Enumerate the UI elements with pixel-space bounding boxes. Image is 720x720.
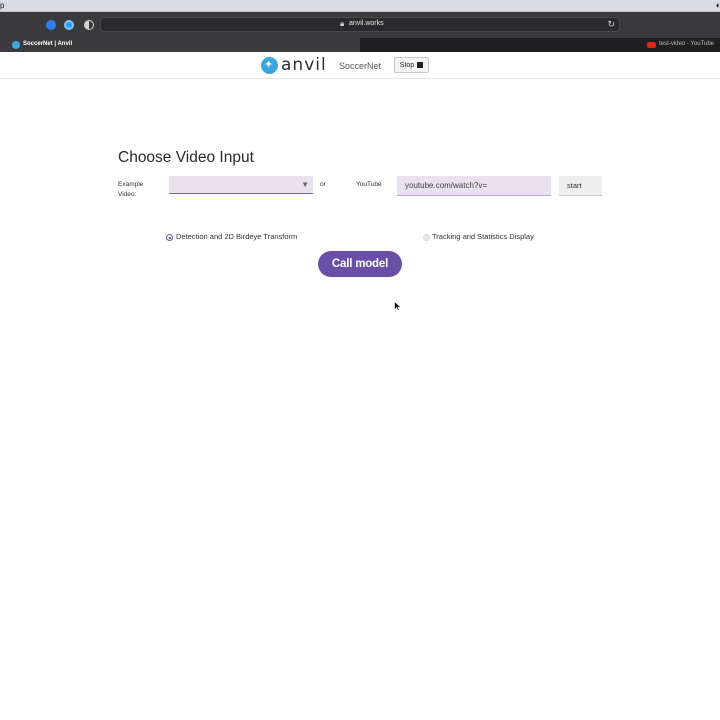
browser-toolbar: 🔒︎ anvil.works ↻	[0, 12, 720, 38]
anvil-logo-icon	[261, 57, 278, 74]
tab-youtube[interactable]: test-video - YouTube	[360, 38, 720, 52]
radio-tracking[interactable]	[423, 234, 430, 241]
app-header: anvil SoccerNet Stop	[0, 52, 720, 79]
apple-menu-icon[interactable]: p	[0, 0, 4, 11]
app-name: SoccerNet	[339, 61, 382, 71]
page-title: Choose Video Input	[118, 149, 254, 166]
youtube-label: YouTube	[356, 181, 382, 188]
extension-icon[interactable]	[46, 20, 56, 30]
anvil-favicon-icon	[12, 41, 20, 49]
radio-detection-label[interactable]: Detection and 2D Birdeye Transform	[176, 232, 297, 241]
anvil-logo-text: anvil	[281, 55, 327, 75]
mouse-cursor-icon	[394, 301, 402, 311]
tab-title: test-video - YouTube	[659, 41, 714, 47]
radio-tracking-label[interactable]: Tracking and Statistics Display	[432, 232, 534, 241]
example-video-dropdown[interactable]: ▼	[169, 176, 313, 194]
lock-icon: 🔒︎	[340, 19, 345, 28]
call-model-button[interactable]: Call model	[318, 251, 402, 277]
reload-icon[interactable]: ↻	[607, 19, 615, 30]
privacy-shield-icon[interactable]	[84, 20, 94, 30]
control-center-icon[interactable]: ◖	[715, 0, 720, 11]
tab-soccernet[interactable]: SoccerNet | Anvil	[0, 38, 360, 52]
youtube-url-input[interactable]	[397, 176, 551, 196]
stop-icon	[417, 62, 424, 68]
example-video-label: Example Video:	[118, 181, 144, 198]
address-bar-url: anvil.works	[349, 20, 384, 27]
extension-icon-2[interactable]	[64, 20, 74, 30]
or-label: or	[320, 181, 326, 188]
start-button[interactable]: start	[559, 176, 602, 196]
stop-button-label: Stop	[399, 61, 415, 69]
tab-title: SoccerNet | Anvil	[23, 41, 73, 47]
dropdown-arrow-icon: ▼	[301, 180, 309, 189]
youtube-favicon-icon	[647, 42, 656, 48]
radio-detection[interactable]	[166, 234, 173, 241]
tab-strip: SoccerNet | Anvil test-video - YouTube	[0, 38, 720, 52]
os-menu-bar: p ◖	[0, 0, 720, 12]
address-bar[interactable]: 🔒︎ anvil.works ↻	[100, 17, 620, 32]
stop-button[interactable]: Stop	[394, 57, 429, 73]
